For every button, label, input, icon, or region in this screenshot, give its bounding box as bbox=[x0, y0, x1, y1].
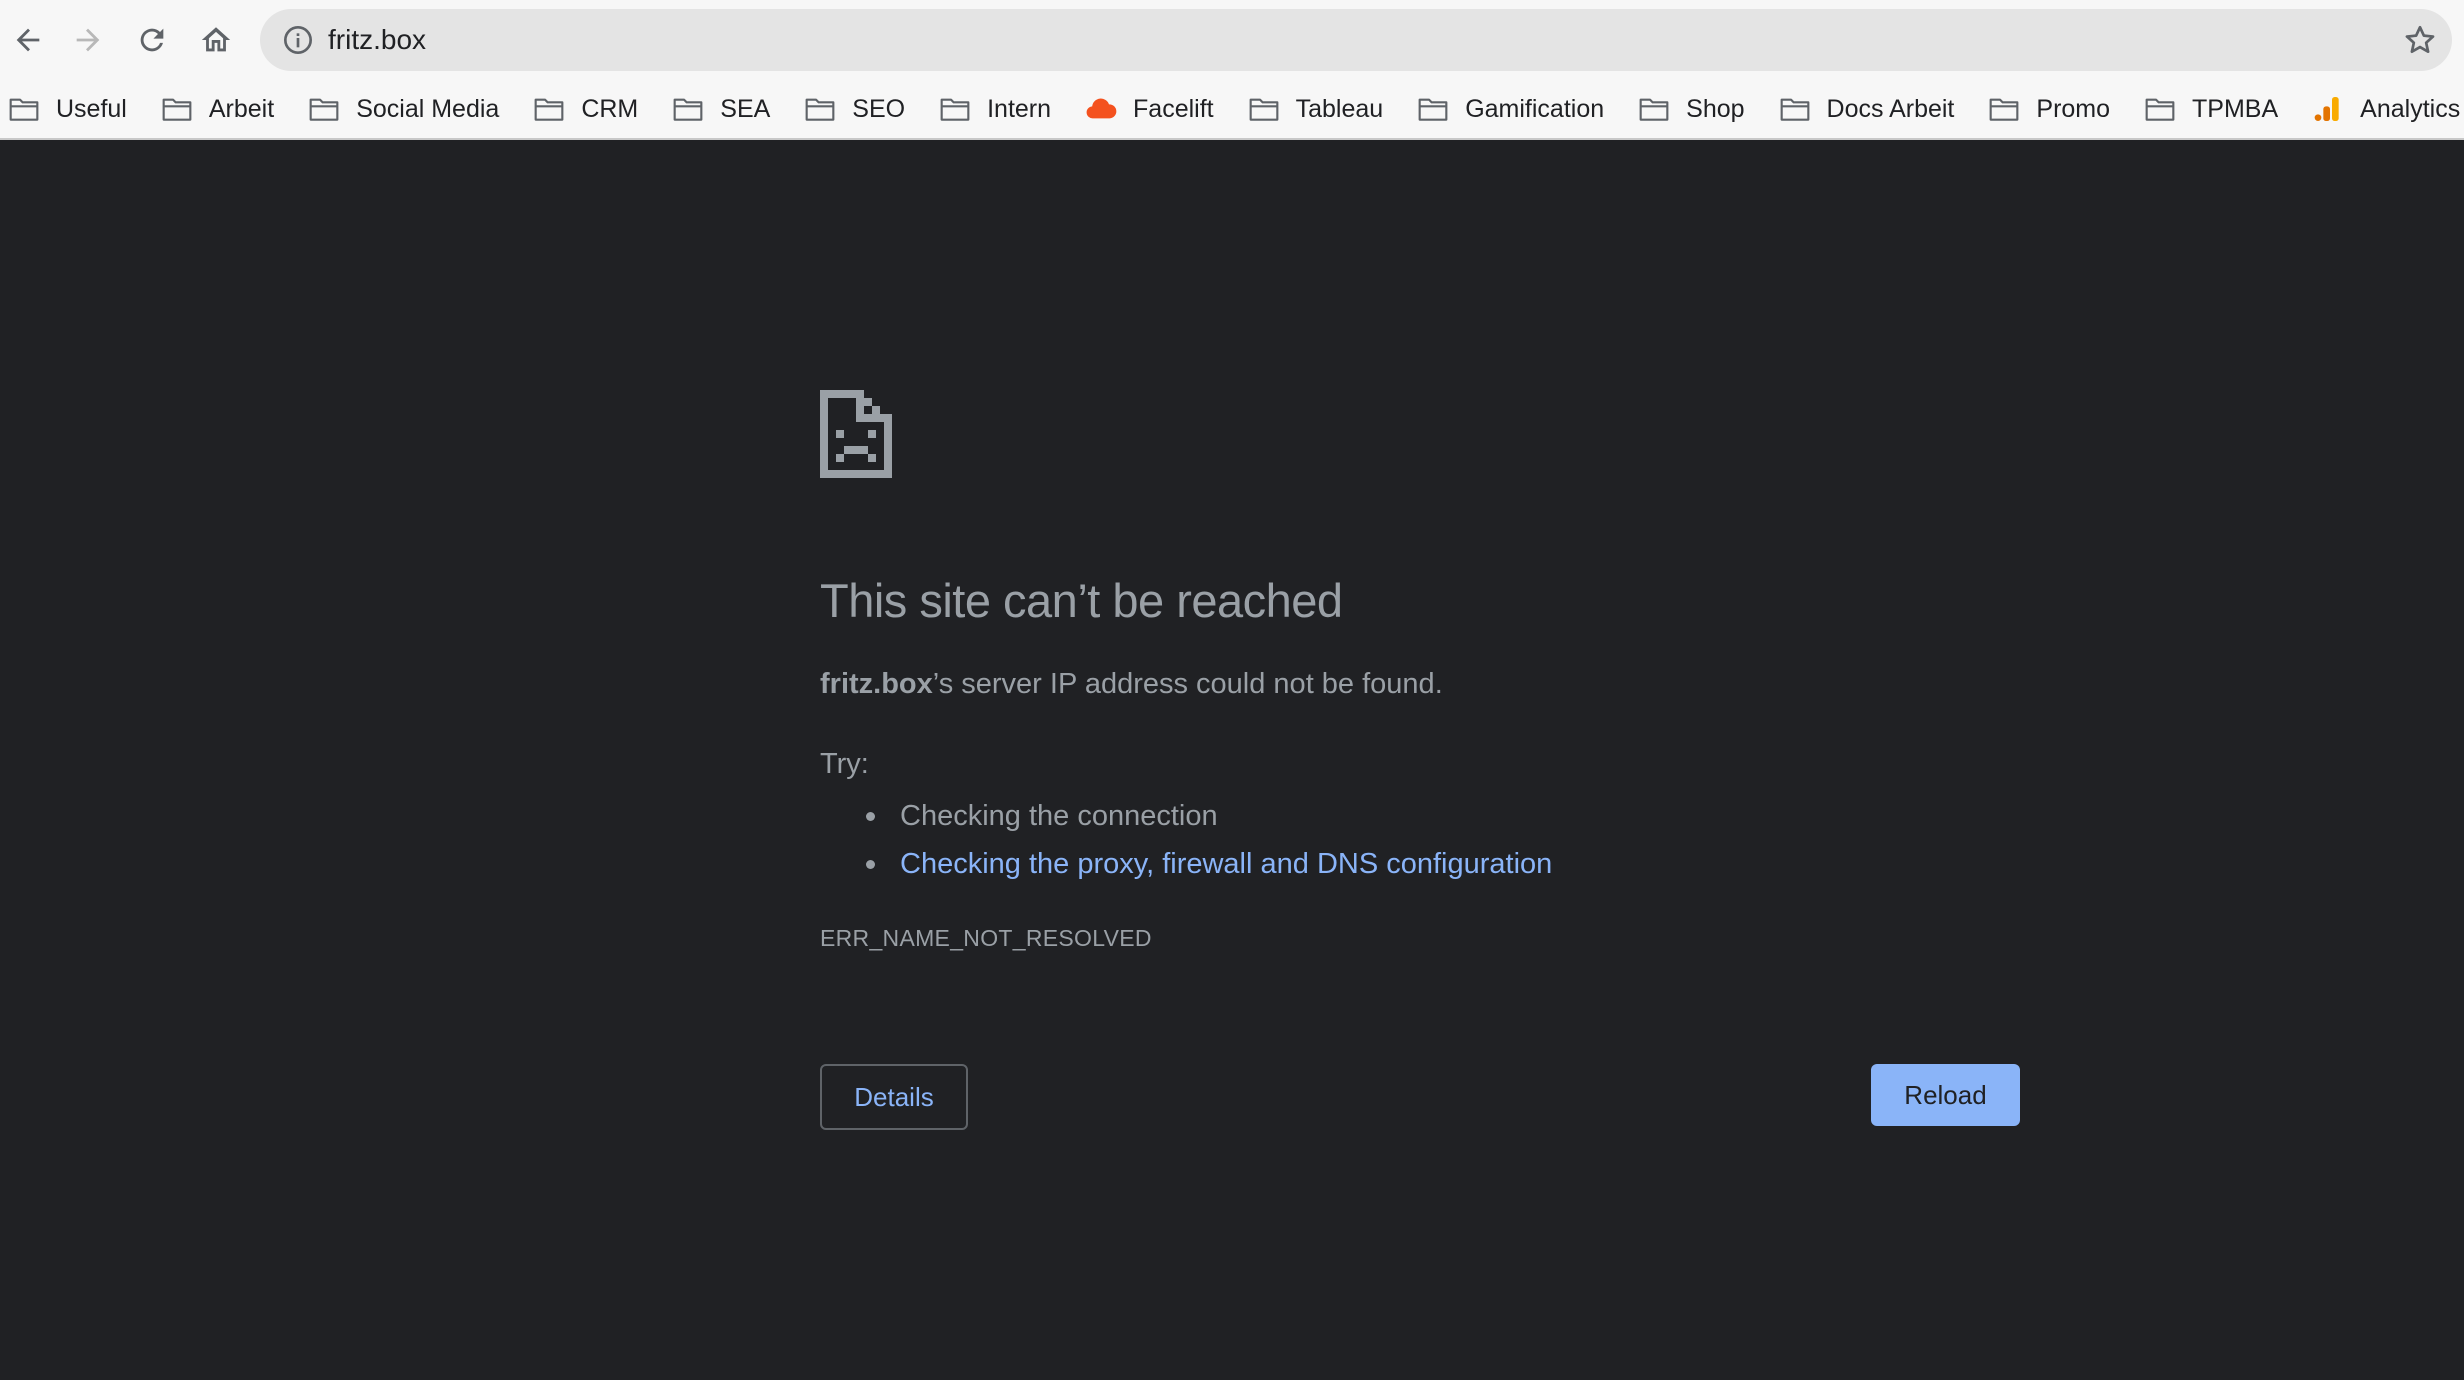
bookmark-intern[interactable]: Intern bbox=[939, 85, 1061, 133]
details-button[interactable]: Details bbox=[820, 1064, 968, 1130]
browser-toolbar: fritz.box bbox=[0, 0, 2464, 80]
error-host: fritz.box bbox=[820, 668, 933, 700]
bookmark-label: Useful bbox=[56, 94, 127, 123]
try-label: Try: bbox=[820, 748, 869, 780]
bookmark-label: Intern bbox=[987, 94, 1052, 123]
folder-icon bbox=[1248, 95, 1280, 123]
suggestion-list: Checking the connection Checking the pro… bbox=[820, 792, 1552, 888]
bookmark-label: Social Media bbox=[356, 94, 500, 123]
folder-icon bbox=[1988, 95, 2020, 123]
bookmark-promo[interactable]: Promo bbox=[1988, 85, 2120, 133]
folder-icon bbox=[308, 95, 340, 123]
folder-icon bbox=[939, 95, 971, 123]
forward-arrow-icon bbox=[76, 28, 100, 52]
error-message: ’s server IP address could not be found. bbox=[932, 668, 1443, 700]
folder-icon bbox=[533, 95, 565, 123]
error-summary: fritz.box’s server IP address could not … bbox=[820, 668, 1443, 701]
bookmark-shop[interactable]: Shop bbox=[1638, 85, 1754, 133]
cloud-icon bbox=[1085, 95, 1117, 123]
error-code: ERR_NAME_NOT_RESOLVED bbox=[820, 925, 1152, 951]
bookmark-facelift[interactable]: Facelift bbox=[1085, 85, 1224, 133]
bookmark-gamification[interactable]: Gamification bbox=[1417, 85, 1614, 133]
bookmark-seo[interactable]: SEO bbox=[804, 85, 915, 133]
bookmark-label: Promo bbox=[2036, 94, 2111, 123]
back-arrow-icon bbox=[16, 28, 40, 52]
folder-icon bbox=[161, 95, 193, 123]
back-button[interactable] bbox=[2, 14, 54, 66]
bookmark-label: TPMBA bbox=[2192, 94, 2279, 123]
home-icon bbox=[201, 27, 231, 52]
bookmark-label: Facelift bbox=[1133, 94, 1214, 123]
bookmark-label: SEA bbox=[720, 94, 771, 123]
folder-icon bbox=[1779, 95, 1811, 123]
folder-icon bbox=[1638, 95, 1670, 123]
folder-icon bbox=[8, 95, 40, 123]
bookmark-arbeit[interactable]: Arbeit bbox=[161, 85, 284, 133]
reload-icon bbox=[140, 28, 164, 52]
bookmark-analytics[interactable]: Analytics bbox=[2312, 85, 2464, 133]
address-bar[interactable]: fritz.box bbox=[260, 9, 2452, 71]
error-heading: This site can’t be reached bbox=[820, 574, 1343, 627]
bookmark-label: Shop bbox=[1686, 94, 1745, 123]
bookmark-label: Docs Arbeit bbox=[1826, 94, 1955, 123]
bookmark-label: Tableau bbox=[1295, 94, 1384, 123]
folder-icon bbox=[1417, 95, 1449, 123]
bookmark-label: CRM bbox=[581, 94, 639, 123]
bookmark-star-icon[interactable] bbox=[2402, 22, 2438, 58]
suggestion-check-connection: Checking the connection bbox=[820, 792, 1552, 840]
url-text[interactable]: fritz.box bbox=[328, 9, 426, 71]
bookmark-docs-arbeit[interactable]: Docs Arbeit bbox=[1779, 85, 1965, 133]
sad-page-icon bbox=[820, 390, 892, 478]
info-icon[interactable] bbox=[282, 24, 314, 56]
bookmark-label: Analytics bbox=[2360, 94, 2461, 123]
bookmark-crm[interactable]: CRM bbox=[533, 85, 648, 133]
bookmark-sea[interactable]: SEA bbox=[672, 85, 780, 133]
bookmark-tableau[interactable]: Tableau bbox=[1248, 85, 1394, 133]
bookmarks-bar: Useful Arbeit Social Media CRM SEA SEO Intern F… bbox=[0, 80, 2464, 140]
bookmark-social-media[interactable]: Social Media bbox=[308, 85, 509, 133]
home-button[interactable] bbox=[190, 14, 242, 66]
forward-button[interactable] bbox=[62, 14, 114, 66]
reload-button[interactable]: Reload bbox=[1871, 1064, 2020, 1126]
bookmark-label: Arbeit bbox=[208, 94, 275, 123]
folder-icon bbox=[2144, 95, 2176, 123]
folder-icon bbox=[804, 95, 836, 123]
reload-page-button[interactable] bbox=[126, 14, 178, 66]
folder-icon bbox=[672, 95, 704, 123]
bookmark-label: Gamification bbox=[1465, 94, 1605, 123]
suggestion-check-proxy-link[interactable]: Checking the proxy, firewall and DNS con… bbox=[820, 840, 1552, 888]
analytics-icon bbox=[2312, 95, 2344, 123]
bookmark-tpmba[interactable]: TPMBA bbox=[2144, 85, 2288, 133]
bookmark-label: SEO bbox=[852, 94, 906, 123]
bookmark-useful[interactable]: Useful bbox=[8, 85, 137, 133]
error-page: This site can’t be reached fritz.box’s s… bbox=[0, 140, 2464, 1380]
